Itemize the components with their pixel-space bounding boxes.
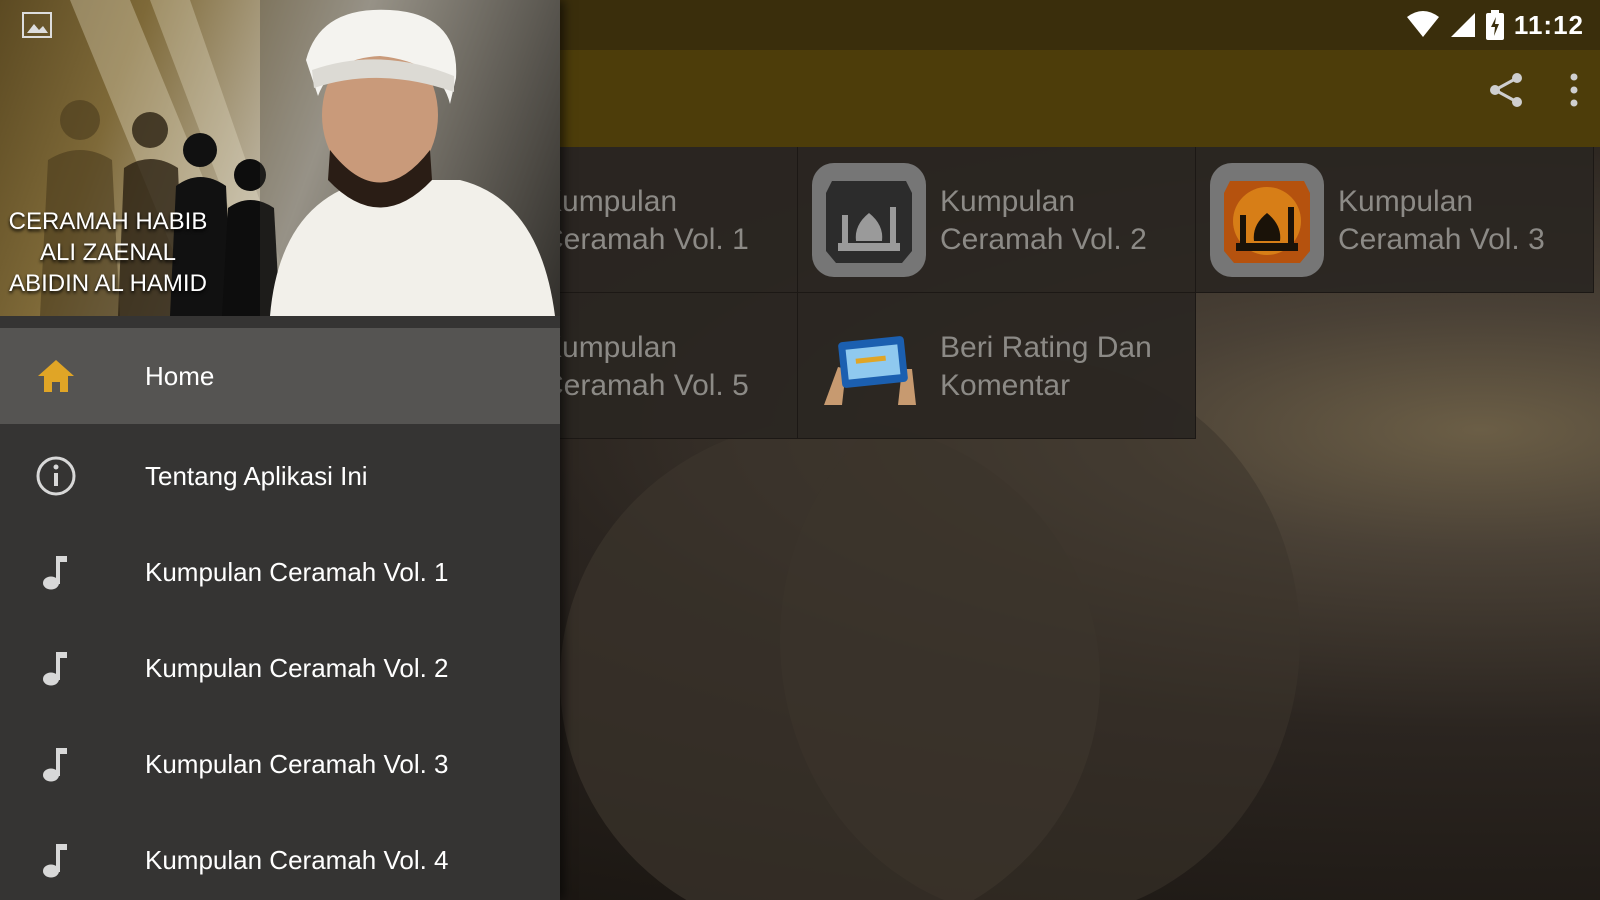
navigation-drawer: CERAMAH HABIB ALI ZAENAL ABIDIN AL HAMID… [0, 0, 560, 900]
drawer-item-label: Kumpulan Ceramah Vol. 3 [145, 749, 449, 779]
mosque-icon [812, 163, 926, 277]
tile-label: Beri Rating Dan Komentar [940, 331, 1152, 402]
rating-tablet-icon [812, 309, 926, 423]
drawer-item-vol-2[interactable]: Kumpulan Ceramah Vol. 2 [0, 620, 560, 716]
home-icon [38, 360, 74, 392]
share-icon[interactable] [1486, 70, 1526, 110]
drawer-header-banner: CERAMAH HABIB ALI ZAENAL ABIDIN AL HAMID [0, 0, 560, 316]
drawer-item-label: Home [145, 361, 215, 391]
clock: 11:12 [1513, 9, 1584, 40]
music-note-icon [43, 556, 67, 590]
speaker-portrait [260, 0, 560, 316]
music-note-icon [43, 652, 67, 686]
drawer-item-vol-1[interactable]: Kumpulan Ceramah Vol. 1 [0, 524, 560, 620]
drawer-item-home[interactable]: Home [0, 328, 560, 424]
cellular-signal-icon [1450, 13, 1475, 37]
praying-hand-right [780, 360, 1300, 900]
tile-label: Kumpulan Ceramah Vol. 2 [940, 185, 1147, 256]
drawer-item-label: Kumpulan Ceramah Vol. 4 [145, 845, 449, 875]
tile-vol-2[interactable]: Kumpulan Ceramah Vol. 2 [798, 147, 1196, 293]
drawer-item-label: Tentang Aplikasi Ini [145, 461, 368, 491]
drawer-item-vol-3[interactable]: Kumpulan Ceramah Vol. 3 [0, 716, 560, 812]
music-note-icon [43, 844, 67, 878]
mosque-icon [1210, 163, 1324, 277]
drawer-item-about[interactable]: Tentang Aplikasi Ini [0, 428, 560, 524]
drawer-item-label: Kumpulan Ceramah Vol. 1 [145, 557, 449, 587]
more-vert-icon[interactable] [1568, 72, 1580, 108]
battery-icon [1485, 10, 1504, 40]
tile-label: Kumpulan Ceramah Vol. 3 [1338, 185, 1545, 256]
drawer-header-title: CERAMAH HABIB ALI ZAENAL ABIDIN AL HAMID [8, 208, 208, 297]
drawer-item-label: Kumpulan Ceramah Vol. 2 [145, 653, 449, 683]
info-icon [36, 456, 76, 496]
music-note-icon [43, 748, 67, 782]
tile-rating[interactable]: Beri Rating Dan Komentar [798, 293, 1196, 439]
tile-label: Kumpulan Ceramah Vol. 1 [542, 185, 749, 256]
tile-label: Kumpulan Ceramah Vol. 5 [542, 331, 749, 402]
drawer-item-vol-4[interactable]: Kumpulan Ceramah Vol. 4 [0, 812, 560, 900]
wifi-icon [1406, 11, 1439, 37]
tile-vol-3[interactable]: Kumpulan Ceramah Vol. 3 [1196, 147, 1594, 293]
